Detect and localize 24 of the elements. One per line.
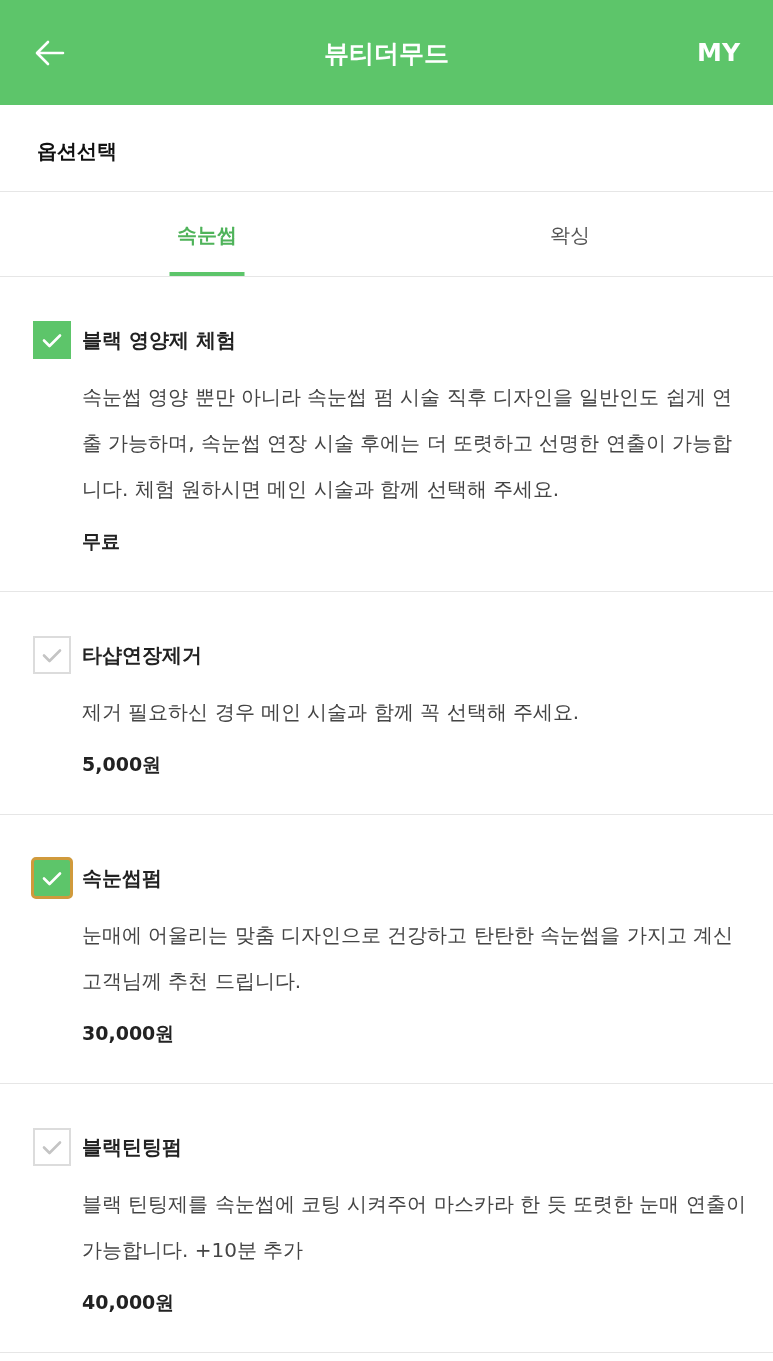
option-description: 블랙 틴팅제를 속눈썹에 코팅 시켜주어 마스카라 한 듯 또렷한 눈매 연출이 가능합니다. +10분 추가	[82, 1191, 747, 1264]
section-title: 옵션선택	[37, 138, 117, 165]
option-name: 블랙 영양제 체험	[82, 326, 236, 354]
option-price: 무료	[82, 529, 121, 554]
check-icon	[42, 870, 62, 886]
option-price: 40,000원	[82, 1290, 176, 1315]
category-tab[interactable]: 왁싱	[388, 192, 751, 276]
option-description: 제거 필요하신 경우 메인 시술과 함께 꼭 선택해 주세요.	[82, 699, 581, 726]
category-tab[interactable]: 속눈썹	[25, 192, 388, 276]
option-price: 30,000원	[82, 1021, 176, 1046]
check-icon	[42, 647, 62, 663]
back-icon[interactable]	[35, 39, 65, 66]
option-description: 속눈썹 영양 뿐만 아니라 속눈썹 펌 시술 직후 디자인을 일반인도 쉽게 연출 가능하며, 속눈썹 연장 시술 후에는 더 또렷하고 선명한 연출이 가능합니다. 체험 원하시면 메인 시술과 함께 선택해 주세요.	[82, 384, 733, 503]
option-description: 눈매에 어울리는 맞춤 디자인으로 건강하고 탄탄한 속눈썹을 가지고 계신 고객님께 추천 드립니다.	[82, 922, 734, 995]
page-title: 뷰티더무드	[324, 37, 449, 69]
check-icon	[42, 332, 62, 348]
option-name: 블랙틴팅펌	[82, 1133, 182, 1161]
check-icon	[42, 1139, 62, 1155]
checkbox[interactable]	[33, 321, 71, 359]
option-price: 5,000원	[82, 752, 163, 777]
my-page-button[interactable]: MY	[697, 38, 740, 67]
option-name: 타샵연장제거	[82, 641, 202, 669]
option-name: 속눈썹펌	[82, 864, 162, 892]
checkbox[interactable]	[31, 857, 73, 899]
